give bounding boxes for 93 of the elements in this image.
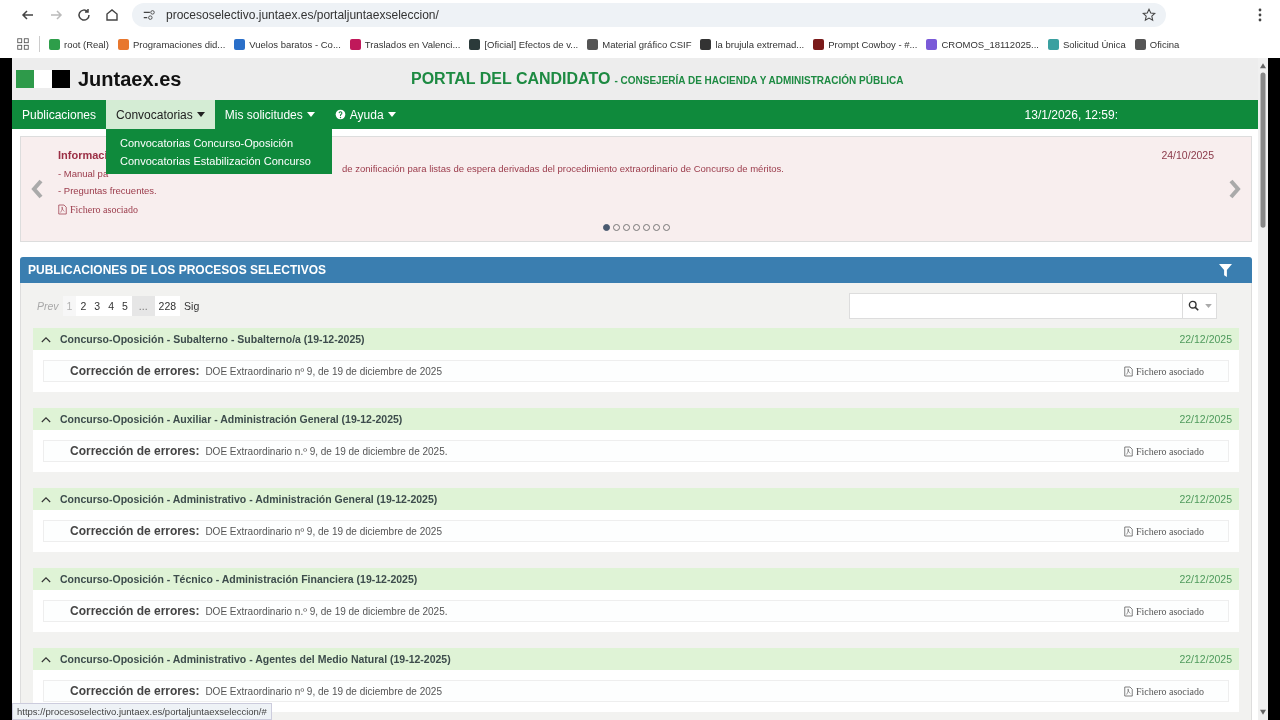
pdf-file-icon xyxy=(1123,445,1133,457)
caret-icon xyxy=(306,112,315,117)
document-text: DOE Extraordinario nº 9, de 19 de diciembre de 2025 xyxy=(205,685,442,697)
pdf-file-icon xyxy=(1123,365,1133,377)
site-logo[interactable]: Juntaex.es xyxy=(78,67,182,91)
page-link[interactable]: 3 xyxy=(90,295,105,316)
document-label: Corrección de errores: xyxy=(70,444,200,458)
carousel-indicator[interactable] xyxy=(602,224,610,231)
bookmark[interactable]: Traslados en Valenci... xyxy=(349,38,461,50)
star-icon[interactable] xyxy=(1142,8,1156,22)
publication-header[interactable]: Concurso-Oposición - Subalterno - Subalterno/a (19-12-2025) 22/12/2025 xyxy=(33,328,1239,350)
publication-title: Concurso-Oposición - Técnico - Administración Financiera (19-12-2025) xyxy=(60,573,418,585)
nav-tab[interactable]: Mis solicitudes xyxy=(214,100,325,129)
publication-title: Concurso-Oposición - Administrativo - Agentes del Medio Natural (19-12-2025) xyxy=(60,653,451,665)
chevron-icon[interactable] xyxy=(41,655,51,663)
page-link[interactable]: Sig xyxy=(180,295,204,316)
chevron-icon[interactable] xyxy=(41,575,51,583)
bookmark[interactable]: la brujula extremad... xyxy=(700,38,805,50)
publication-date: 22/12/2025 xyxy=(1179,573,1232,585)
panel-title: PUBLICACIONES DE LOS PROCESOS SELECTIVOS xyxy=(28,263,327,277)
publication-date: 22/12/2025 xyxy=(1179,413,1232,425)
publication-header[interactable]: Concurso-Oposición - Administrativo - Administración General (19-12-2025) 22/12/2025 xyxy=(33,488,1239,510)
search-icon[interactable] xyxy=(1187,300,1199,311)
file-link[interactable]: Fichero asociado xyxy=(1123,445,1204,457)
pdf-file-icon xyxy=(1123,605,1133,617)
document-text: DOE Extraordinario n.º 9, de 19 de diciembre de 2025. xyxy=(205,605,448,617)
bookmark[interactable]: Vuelos baratos - Co... xyxy=(234,38,341,50)
file-link[interactable]: Fichero asociado xyxy=(1123,365,1204,377)
bookmark[interactable]: [Oficial] Efectos de v... xyxy=(469,38,579,50)
page-link[interactable]: ... xyxy=(131,295,155,316)
bookmark[interactable]: Prompt Cowboy - #... xyxy=(813,38,918,50)
status-url: https://procesoselectivo.juntaex.es/portaljuntaexseleccion/# xyxy=(12,703,272,720)
nav-tab[interactable]: Ayuda xyxy=(324,100,406,129)
search-field[interactable] xyxy=(849,292,1217,319)
publication-date: 22/12/2025 xyxy=(1179,333,1232,345)
bookmark[interactable]: CROMOS_18112025... xyxy=(926,38,1039,50)
file-link[interactable]: Fichero asociado xyxy=(1123,685,1204,697)
home-icon[interactable] xyxy=(104,7,120,23)
caret-icon xyxy=(387,112,396,117)
nav-tab[interactable]: Convocatorias xyxy=(106,100,215,129)
document-text: DOE Extraordinario nº 9, de 19 de diciembre de 2025 xyxy=(205,525,442,537)
apps-icon[interactable] xyxy=(16,37,30,51)
logo-square-icon xyxy=(16,70,34,88)
chevron-icon[interactable] xyxy=(41,495,51,503)
menu-item[interactable]: Convocatorias Estabilización Concurso xyxy=(106,152,333,170)
logo-square-icon xyxy=(34,70,52,88)
menu-item[interactable]: Convocatorias Concurso-Oposición xyxy=(106,134,333,152)
publication-date: 22/12/2025 xyxy=(1179,653,1232,665)
publication-date: 22/12/2025 xyxy=(1179,493,1232,505)
caret-icon xyxy=(196,112,205,117)
pdf-file-icon xyxy=(58,204,67,215)
news-text: de zonificación para listas de espera derivadas del procedimiento extraordinario de Concurso de méritos. xyxy=(342,163,784,176)
news-text: - Manual pa xyxy=(58,168,109,179)
page-link[interactable]: 228 xyxy=(154,295,181,316)
publication-header[interactable]: Concurso-Oposición - Administrativo - Agentes del Medio Natural (19-12-2025) 22/12/2025 xyxy=(33,648,1239,670)
reload-icon[interactable] xyxy=(76,7,92,23)
bookmark[interactable]: Material gráfico CSIF xyxy=(587,38,692,50)
publication-title: Concurso-Oposición - Auxiliar - Administración General (19-12-2025) xyxy=(60,413,403,425)
document-label: Corrección de errores: xyxy=(70,684,200,698)
news-date: 24/10/2025 xyxy=(1161,149,1214,161)
document-label: Corrección de errores: xyxy=(70,524,200,538)
site-info-icon[interactable] xyxy=(142,8,156,22)
publication-title: Concurso-Oposición - Administrativo - Administración General (19-12-2025) xyxy=(60,493,438,505)
logo-square-icon xyxy=(52,70,70,88)
bookmark[interactable]: Programaciones did... xyxy=(117,38,226,50)
file-link[interactable]: Fichero asociado xyxy=(1123,605,1204,617)
filter-icon[interactable] xyxy=(1219,263,1232,277)
page-link[interactable]: 2 xyxy=(76,295,91,316)
bookmark[interactable]: root (Real) xyxy=(49,38,109,50)
address-bar[interactable]: procesoselectivo.juntaex.es/portaljuntaexseleccion/ xyxy=(132,3,1166,27)
date-time: 13/1/2026, 12:59: xyxy=(1024,107,1118,122)
bookmark[interactable]: Oficina xyxy=(1134,38,1180,50)
document-label: Corrección de errores: xyxy=(70,604,200,618)
pdf-file-icon xyxy=(1123,685,1133,697)
chevron-icon[interactable] xyxy=(41,335,51,343)
document-label: Corrección de errores: xyxy=(70,364,200,378)
document-text: DOE Extraordinario n.º 9, de 19 de diciembre de 2025. xyxy=(205,445,448,457)
portal-title: PORTAL DEL CANDIDATO xyxy=(411,70,611,88)
publication-header[interactable]: Concurso-Oposición - Auxiliar - Administración General (19-12-2025) 22/12/2025 xyxy=(33,408,1239,430)
file-link[interactable]: Fichero asociado xyxy=(1123,525,1204,537)
publication-header[interactable]: Concurso-Oposición - Técnico - Administración Financiera (19-12-2025) 22/12/2025 xyxy=(33,568,1239,590)
news-title: Informaci xyxy=(58,149,108,161)
pdf-file-icon xyxy=(1123,525,1133,537)
publication-title: Concurso-Oposición - Subalterno - Subalterno/a (19-12-2025) xyxy=(60,333,365,345)
bookmark[interactable]: Solicitud Única xyxy=(1047,38,1126,50)
news-text: - Preguntas frecuentes. xyxy=(58,185,158,196)
portal-subtitle: - CONSEJERÍA DE HACIENDA Y ADMINISTRACIÓN PÚBLICA xyxy=(614,75,904,86)
chevron-icon[interactable] xyxy=(41,415,51,423)
page-link[interactable]: 4 xyxy=(104,295,118,316)
help-icon xyxy=(334,109,346,120)
document-text: DOE Extraordinario nº 9, de 19 de diciembre de 2025 xyxy=(205,365,442,377)
nav-tab[interactable]: Publicaciones xyxy=(12,100,107,129)
file-link[interactable]: Fichero asociado xyxy=(58,204,139,215)
